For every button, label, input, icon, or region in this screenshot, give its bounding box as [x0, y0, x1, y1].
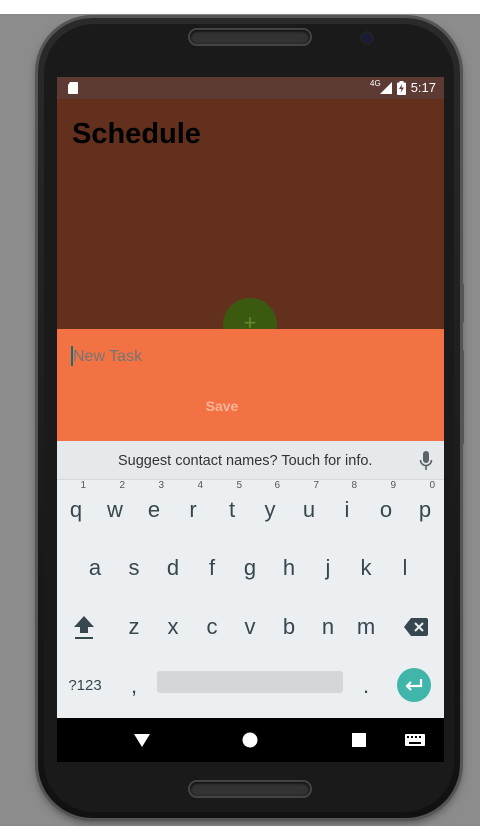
key-g[interactable]: g: [231, 543, 269, 593]
top-speaker: [190, 30, 310, 44]
keyboard-switch-icon[interactable]: [403, 728, 427, 752]
status-icons: 4G 5:17: [370, 79, 436, 95]
key-t[interactable]: 5t: [213, 480, 251, 535]
front-camera: [362, 33, 372, 43]
key-x[interactable]: x: [154, 602, 192, 652]
backspace-key[interactable]: [397, 602, 435, 652]
key-s[interactable]: s: [115, 543, 153, 593]
suggestion-text[interactable]: Suggest contact names? Touch for info.: [118, 453, 372, 469]
status-bar: 4G 5:17: [57, 77, 444, 99]
navigation-bar: [57, 718, 444, 762]
battery-charging-icon: [396, 80, 406, 95]
key-y[interactable]: 6y: [251, 480, 289, 535]
key-comma[interactable]: ,: [115, 661, 153, 711]
key-l[interactable]: l: [386, 543, 424, 593]
key-p[interactable]: 0p: [406, 480, 444, 535]
key-u[interactable]: 7u: [290, 480, 328, 535]
suggestion-strip: Suggest contact names? Touch for info.: [57, 441, 444, 480]
enter-icon: [405, 679, 423, 691]
bottom-speaker: [190, 782, 310, 796]
backspace-icon: [404, 618, 428, 636]
space-bar[interactable]: [157, 671, 343, 693]
keyboard-row-2: a s d f g h j k l: [57, 543, 444, 593]
status-time: 5:17: [410, 80, 436, 95]
enter-key[interactable]: [397, 668, 431, 702]
key-i[interactable]: 8i: [328, 480, 366, 535]
shift-icon: [74, 616, 94, 639]
key-e[interactable]: 3e: [135, 480, 173, 535]
keyboard-row-4: ?123 , .: [57, 661, 444, 711]
key-m[interactable]: m: [347, 602, 385, 652]
new-task-input[interactable]: [71, 346, 433, 368]
key-n[interactable]: n: [309, 602, 347, 652]
key-c[interactable]: c: [193, 602, 231, 652]
key-j[interactable]: j: [309, 543, 347, 593]
signal-icon: [379, 81, 392, 94]
keyboard-row-3: z x c v b n m: [57, 602, 444, 652]
key-period[interactable]: .: [347, 661, 385, 711]
window-top-strip: [0, 0, 480, 14]
key-d[interactable]: d: [154, 543, 192, 593]
sd-card-icon: [68, 82, 78, 94]
key-w[interactable]: 2w: [96, 480, 134, 535]
key-o[interactable]: 9o: [367, 480, 405, 535]
key-q[interactable]: 1q: [57, 480, 95, 535]
keyboard-row-1: 1q 2w 3e 4r 5t 6y 7u 8i 9o 0p: [57, 480, 444, 535]
key-k[interactable]: k: [347, 543, 385, 593]
save-button[interactable]: Save: [182, 395, 262, 417]
device-screen: 4G 5:17 Schedule + Save Suggest contact …: [57, 77, 444, 762]
key-h[interactable]: h: [270, 543, 308, 593]
key-r[interactable]: 4r: [174, 480, 212, 535]
key-f[interactable]: f: [193, 543, 231, 593]
mic-icon[interactable]: [419, 451, 433, 473]
symbols-key[interactable]: ?123: [65, 661, 105, 711]
new-task-sheet: Save: [57, 329, 444, 441]
text-cursor: [71, 346, 73, 366]
key-v[interactable]: v: [231, 602, 269, 652]
app-header: Schedule +: [57, 99, 444, 352]
recents-icon[interactable]: [347, 728, 371, 752]
key-a[interactable]: a: [76, 543, 114, 593]
home-icon[interactable]: [238, 728, 262, 752]
page-title: Schedule: [72, 118, 201, 150]
power-button[interactable]: [460, 283, 464, 323]
window-bottom-strip: [0, 826, 480, 835]
soft-keyboard: Suggest contact names? Touch for info. 1…: [57, 441, 444, 718]
back-icon[interactable]: [130, 728, 154, 752]
volume-button[interactable]: [460, 350, 464, 445]
key-b[interactable]: b: [270, 602, 308, 652]
key-z[interactable]: z: [115, 602, 153, 652]
network-type: 4G: [370, 79, 381, 88]
shift-key[interactable]: [65, 602, 103, 652]
